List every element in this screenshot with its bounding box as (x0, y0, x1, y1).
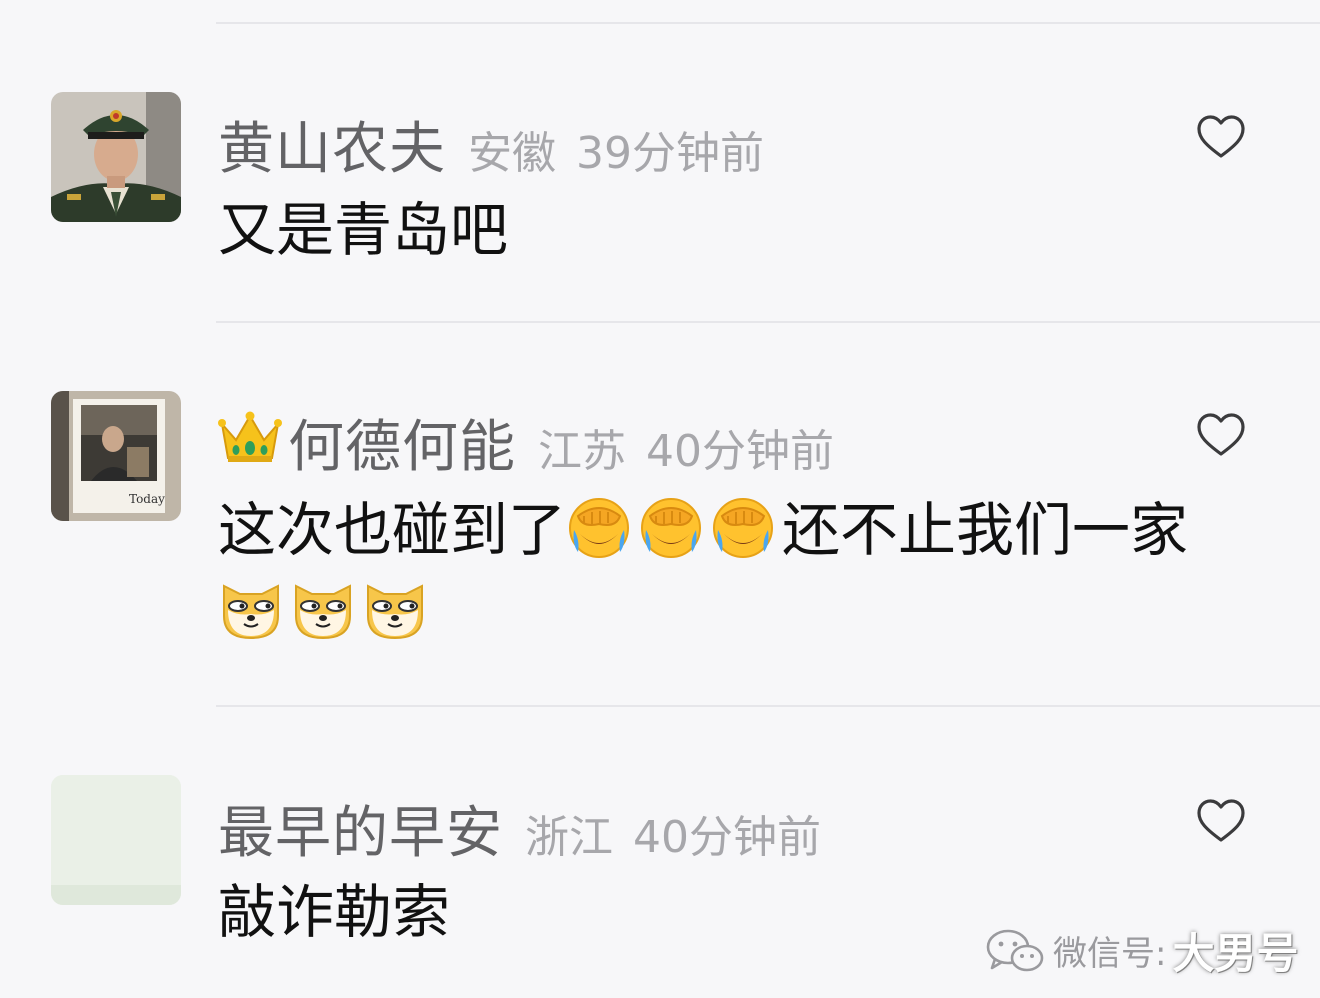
avatar[interactable] (51, 775, 181, 905)
like-button[interactable] (1196, 798, 1246, 844)
doge-emoji (295, 584, 351, 640)
region: 安徽 (468, 128, 556, 179)
region: 浙江 (525, 812, 613, 863)
facepalm-cry-emoji (713, 498, 774, 558)
username[interactable]: 最早的早安 (218, 788, 503, 869)
svg-text:Today: Today (129, 492, 165, 506)
heart-icon (1197, 799, 1245, 842)
doge-emoji (367, 584, 423, 640)
watermark-brand: 大男号 (1172, 929, 1299, 978)
comment-text: 这次也碰到了 还不止我们一家 (218, 492, 1188, 568)
comment-meta: 最早的早安 浙江 40分钟前 (218, 788, 821, 869)
comment-text: 敲诈勒索 (218, 878, 451, 946)
watermark: 微信号: 大男号 (985, 920, 1298, 981)
timestamp: 39分钟前 (576, 128, 764, 179)
comment-text-part: 这次也碰到了 (218, 496, 567, 564)
divider-2 (216, 705, 1320, 707)
doge-emoji (223, 584, 279, 640)
heart-icon (1197, 413, 1245, 456)
comment-meta: 何德何能 江苏 40分钟前 (218, 402, 834, 483)
watermark-label: 微信号: (1053, 934, 1167, 974)
timestamp: 40分钟前 (646, 426, 834, 477)
divider-1 (216, 321, 1320, 323)
comment-text: 又是青岛吧 (218, 196, 509, 264)
heart-icon (1197, 115, 1245, 158)
comment-text-part: 还不止我们一家 (782, 496, 1189, 564)
comment-meta: 黄山农夫 安徽 39分钟前 (218, 104, 764, 185)
like-button[interactable] (1196, 114, 1246, 160)
region: 江苏 (538, 426, 626, 477)
wechat-icon (986, 929, 1044, 971)
emoji-row (218, 576, 434, 642)
facepalm-cry-emoji (641, 498, 702, 558)
avatar[interactable] (51, 92, 181, 222)
divider-top (216, 22, 1320, 24)
crown-icon (218, 411, 282, 462)
facepalm-cry-emoji (569, 498, 630, 558)
avatar[interactable]: Today (51, 391, 181, 521)
timestamp: 40分钟前 (633, 812, 821, 863)
like-button[interactable] (1196, 412, 1246, 458)
username[interactable]: 何德何能 (288, 402, 516, 483)
username[interactable]: 黄山农夫 (218, 104, 446, 185)
